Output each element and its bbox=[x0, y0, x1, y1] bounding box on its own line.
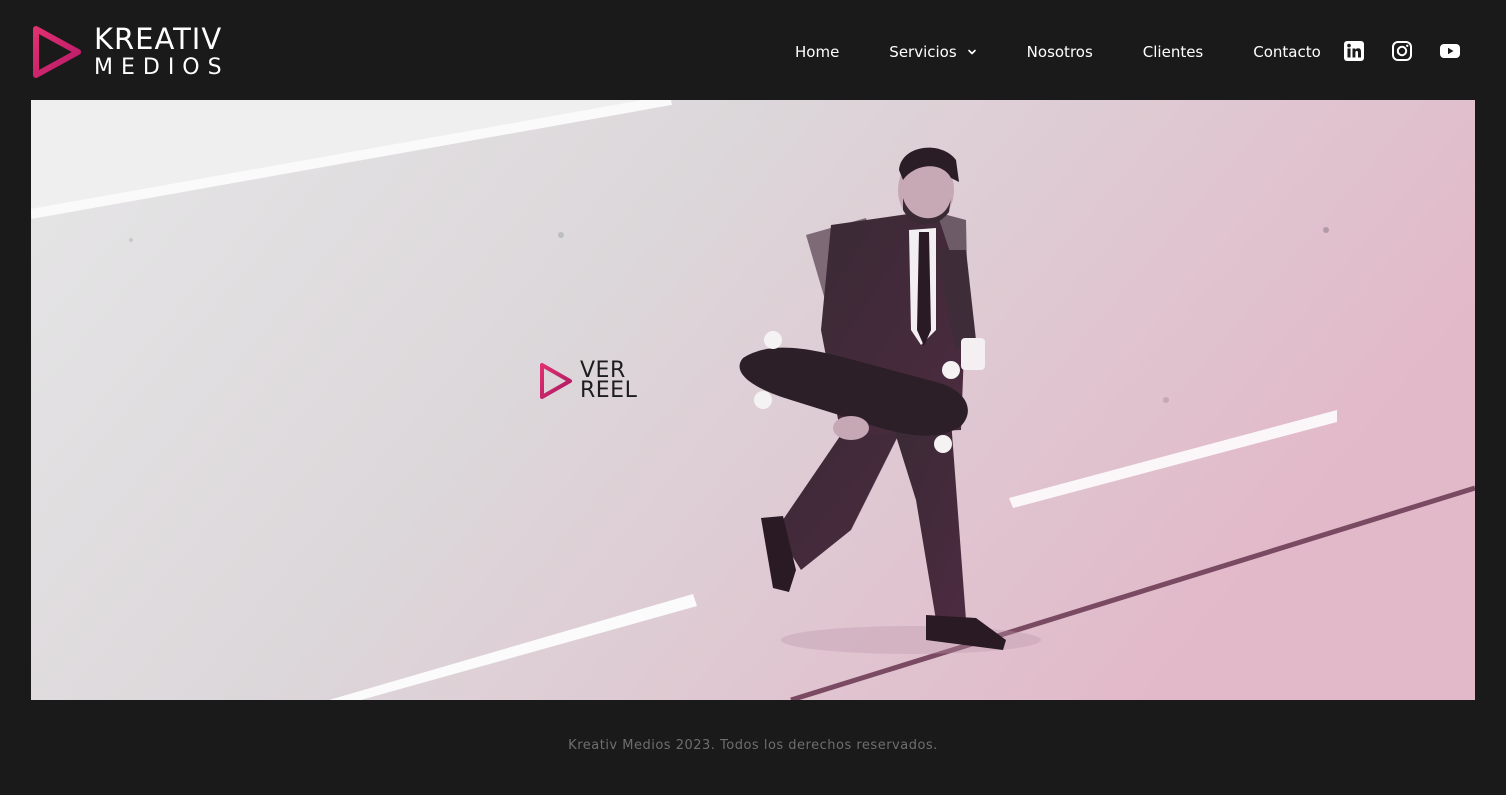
instagram-link[interactable] bbox=[1391, 40, 1413, 62]
youtube-icon bbox=[1440, 44, 1460, 58]
reel-label-line2: REEL bbox=[580, 378, 638, 403]
nav-item-home[interactable]: Home bbox=[795, 43, 839, 61]
linkedin-icon bbox=[1344, 41, 1364, 61]
nav-item-label: Servicios bbox=[889, 43, 957, 61]
site-logo[interactable]: KREATIV MEDIOS bbox=[30, 22, 260, 82]
nav-item-nosotros[interactable]: Nosotros bbox=[1027, 43, 1093, 61]
hero-image bbox=[31, 100, 1475, 700]
main-nav: Home Servicios Nosotros Clientes Contact… bbox=[795, 38, 1321, 66]
brand-name-line1: KREATIV bbox=[94, 22, 223, 56]
site-footer: Kreativ Medios 2023. Todos los derechos … bbox=[0, 738, 1506, 753]
nav-item-label: Home bbox=[795, 43, 840, 61]
brand-name-line2: MEDIOS bbox=[94, 55, 230, 80]
chevron-down-icon bbox=[967, 49, 976, 55]
nav-item-clientes[interactable]: Clientes bbox=[1143, 43, 1203, 61]
nav-item-contacto[interactable]: Contacto bbox=[1253, 43, 1321, 61]
play-triangle-icon bbox=[33, 26, 81, 78]
instagram-icon bbox=[1392, 41, 1412, 61]
nav-item-label: Contacto bbox=[1253, 43, 1321, 61]
nav-item-label: Nosotros bbox=[1026, 43, 1093, 61]
linkedin-link[interactable] bbox=[1343, 40, 1365, 62]
site-header: KREATIV MEDIOS Home Servicios Nosotros C… bbox=[0, 0, 1506, 100]
ver-reel-button[interactable]: VER REEL bbox=[538, 358, 678, 404]
youtube-link[interactable] bbox=[1439, 40, 1461, 62]
social-links bbox=[1343, 40, 1461, 62]
hero-banner: VER REEL bbox=[31, 100, 1475, 700]
nav-item-label: Clientes bbox=[1142, 43, 1204, 61]
nav-item-servicios[interactable]: Servicios bbox=[889, 43, 976, 61]
play-triangle-icon bbox=[540, 363, 572, 399]
copyright-text: Kreativ Medios 2023. Todos los derechos … bbox=[568, 738, 938, 753]
